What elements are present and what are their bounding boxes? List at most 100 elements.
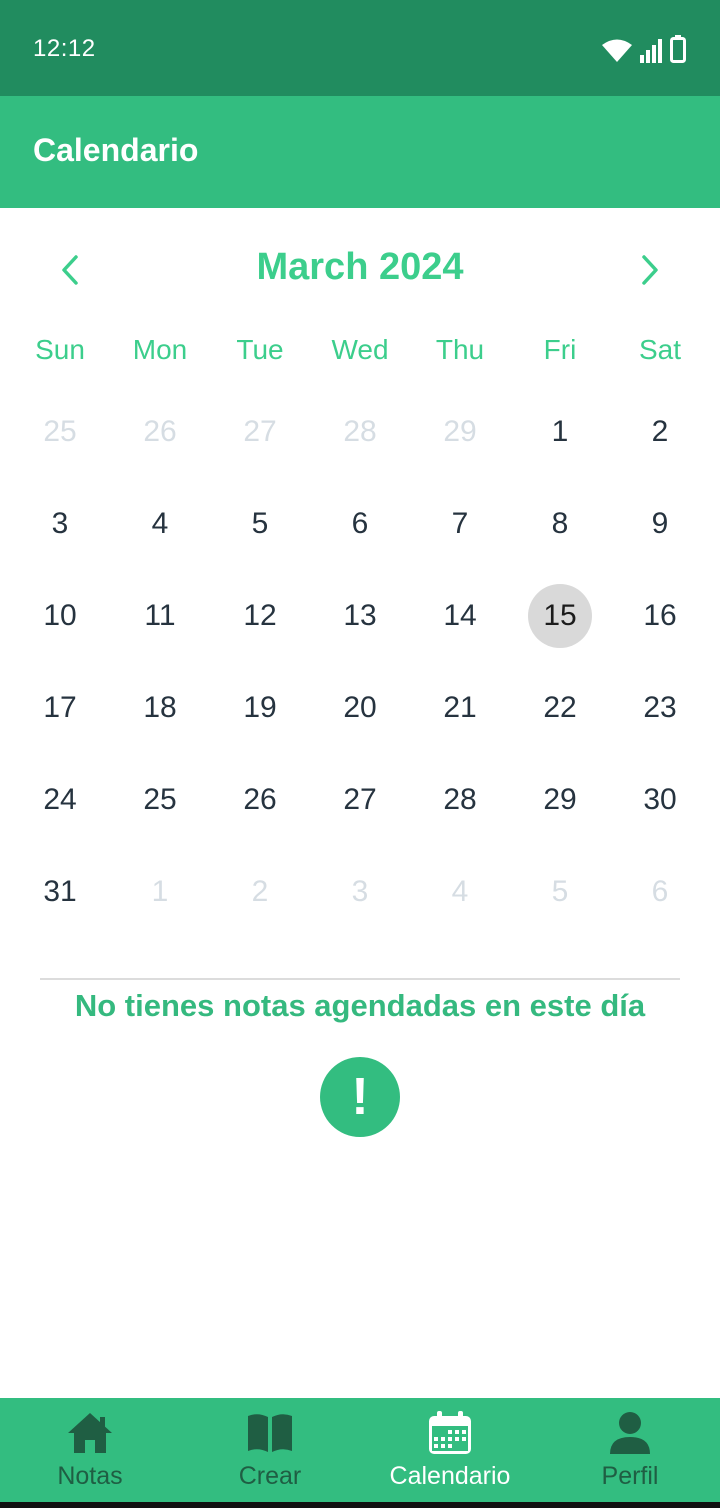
nav-label: Notas (57, 1462, 123, 1490)
weekday-label: Tue (236, 334, 284, 365)
calendar-day[interactable]: 5 (210, 478, 310, 570)
day-number: 27 (343, 783, 377, 816)
calendar-day[interactable]: 25 (10, 386, 110, 478)
exclamation-icon: ! (320, 1057, 400, 1137)
calendar-day[interactable]: 17 (10, 662, 110, 754)
calendar-day[interactable]: 27 (310, 754, 410, 846)
nav-item-notas[interactable]: Notas (0, 1398, 180, 1502)
calendar-day[interactable]: 21 (410, 662, 510, 754)
calendar-day[interactable]: 30 (610, 754, 710, 846)
calendar-day[interactable]: 27 (210, 386, 310, 478)
calendar-day[interactable]: 18 (110, 662, 210, 754)
calendar-day[interactable]: 26 (110, 386, 210, 478)
calendar-day[interactable]: 26 (210, 754, 310, 846)
book-icon (246, 1410, 294, 1456)
status-time: 12:12 (33, 35, 96, 62)
home-icon (66, 1410, 114, 1456)
weekday-header: Sun Mon Tue Wed Thu Fri Sat (10, 334, 710, 374)
calendar-icon (426, 1410, 474, 1456)
day-number: 23 (643, 691, 677, 724)
calendar-day[interactable]: 6 (610, 846, 710, 938)
day-number: 31 (43, 875, 77, 908)
nav-item-perfil[interactable]: Perfil (540, 1398, 720, 1502)
weekday-label: Mon (132, 334, 188, 365)
calendar-day[interactable]: 28 (410, 754, 510, 846)
calendar-day[interactable]: 8 (510, 478, 610, 570)
day-number: 27 (243, 415, 277, 448)
day-number: 26 (143, 415, 177, 448)
calendar-day[interactable]: 5 (510, 846, 610, 938)
month-title: March 2024 (256, 246, 464, 288)
calendar-day[interactable]: 23 (610, 662, 710, 754)
calendar-day[interactable]: 19 (210, 662, 310, 754)
day-number: 20 (343, 691, 377, 724)
calendar-day[interactable]: 3 (310, 846, 410, 938)
nav-label: Crear (238, 1462, 302, 1490)
calendar-day-selected[interactable]: 15 (510, 570, 610, 662)
calendar-day[interactable]: 1 (510, 386, 610, 478)
bottom-navigation: Notas Crear Calendario Perfil (0, 1398, 720, 1502)
calendar-day[interactable]: 1 (110, 846, 210, 938)
month-header: March 2024 (0, 230, 720, 306)
day-number: 29 (443, 415, 477, 448)
calendar-day[interactable]: 28 (310, 386, 410, 478)
day-number: 10 (43, 599, 77, 632)
day-number: 2 (251, 875, 269, 908)
status-icons (602, 33, 686, 63)
calendar-day[interactable]: 25 (110, 754, 210, 846)
person-icon (606, 1410, 654, 1456)
calendar-day[interactable]: 29 (510, 754, 610, 846)
calendar-day[interactable]: 12 (210, 570, 310, 662)
calendar-day[interactable]: 20 (310, 662, 410, 754)
calendar-day[interactable]: 2 (210, 846, 310, 938)
nav-item-crear[interactable]: Crear (180, 1398, 360, 1502)
calendar-day[interactable]: 13 (310, 570, 410, 662)
day-number: 28 (443, 783, 477, 816)
day-number: 9 (651, 507, 669, 540)
calendar-day[interactable]: 10 (10, 570, 110, 662)
day-number: 5 (551, 875, 569, 908)
day-number: 11 (144, 599, 176, 632)
day-number: 18 (143, 691, 177, 724)
weekday-label: Wed (331, 334, 389, 365)
calendar-day[interactable]: 11 (110, 570, 210, 662)
day-number: 29 (543, 783, 577, 816)
chevron-right-icon (642, 255, 658, 285)
calendar-day[interactable]: 16 (610, 570, 710, 662)
day-number: 28 (343, 415, 377, 448)
day-number: 3 (351, 875, 369, 908)
day-number: 13 (343, 599, 377, 632)
day-number: 26 (243, 783, 277, 816)
calendar-day[interactable]: 2 (610, 386, 710, 478)
calendar-day[interactable]: 4 (110, 478, 210, 570)
next-month-button[interactable] (622, 242, 678, 298)
day-number: 7 (451, 507, 469, 540)
battery-icon (670, 35, 686, 63)
day-number: 5 (251, 507, 269, 540)
calendar-days-grid: 25 26 27 28 29 1 2 3 4 5 6 7 8 9 10 11 12 13 14 15 16 17 18 19 2… (10, 386, 710, 938)
calendar-day[interactable]: 24 (10, 754, 110, 846)
day-number: 15 (543, 599, 577, 632)
day-number: 14 (443, 599, 477, 632)
calendar-day[interactable]: 4 (410, 846, 510, 938)
calendar-day[interactable]: 9 (610, 478, 710, 570)
signal-icon (640, 39, 662, 63)
calendar-day[interactable]: 6 (310, 478, 410, 570)
day-number: 1 (551, 415, 569, 448)
page-title: Calendario (33, 132, 199, 168)
calendar-day[interactable]: 31 (10, 846, 110, 938)
day-number: 17 (43, 691, 77, 724)
nav-item-calendario[interactable]: Calendario (360, 1398, 540, 1502)
calendar-day[interactable]: 7 (410, 478, 510, 570)
day-number: 4 (451, 875, 469, 908)
nav-label: Calendario (389, 1462, 511, 1490)
calendar-day[interactable]: 22 (510, 662, 610, 754)
day-number: 21 (443, 691, 477, 724)
day-number: 6 (651, 875, 669, 908)
weekday-label: Sat (638, 334, 682, 365)
calendar-day[interactable]: 29 (410, 386, 510, 478)
system-nav-strip (0, 1502, 720, 1508)
calendar-day[interactable]: 3 (10, 478, 110, 570)
day-number: 22 (543, 691, 577, 724)
calendar-day[interactable]: 14 (410, 570, 510, 662)
